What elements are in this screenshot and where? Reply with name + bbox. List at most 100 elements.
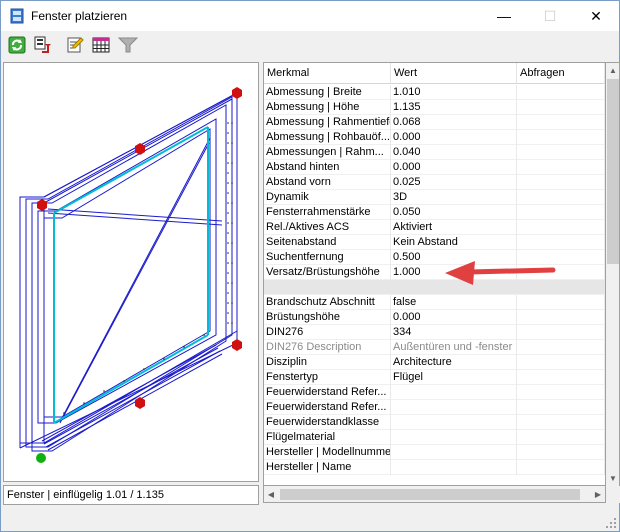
table-row[interactable]: Seitenabstand Kein Abstand — [264, 235, 605, 250]
table-row[interactable]: Abmessung | Rohbauöf... 0.000 — [264, 130, 605, 145]
properties-grid[interactable]: Merkmal Wert Abfragen Abmessung | Breite… — [263, 62, 606, 486]
cell-wert[interactable]: 0.050 — [391, 205, 517, 220]
table-row[interactable]: Feuerwiderstand Refer... — [264, 400, 605, 415]
scroll-right-icon[interactable]: ▶ — [591, 487, 605, 501]
table-row[interactable]: Hersteller | Name — [264, 460, 605, 475]
table-row[interactable]: DIN276 334 — [264, 325, 605, 340]
table-row[interactable]: Abmessung | Breite 1.010 — [264, 85, 605, 100]
cell-abfragen[interactable] — [517, 400, 605, 415]
table-row[interactable]: Suchentfernung 0.500 — [264, 250, 605, 265]
cell-abfragen[interactable] — [517, 355, 605, 370]
table-row[interactable]: Feuerwiderstandklasse — [264, 415, 605, 430]
cell-wert[interactable]: 0.000 — [391, 130, 517, 145]
cell-wert[interactable]: 334 — [391, 325, 517, 340]
cell-abfragen[interactable] — [517, 325, 605, 340]
cell-abfragen[interactable] — [517, 190, 605, 205]
cell-abfragen[interactable] — [517, 85, 605, 100]
cell-wert[interactable] — [391, 430, 517, 445]
vertical-scroll-thumb[interactable] — [607, 79, 619, 264]
table-row[interactable]: Abmessungen | Rahm... 0.040 — [264, 145, 605, 160]
column-header-abfragen[interactable]: Abfragen — [517, 63, 605, 83]
table-row[interactable]: Disziplin Architecture — [264, 355, 605, 370]
cell-abfragen[interactable] — [517, 160, 605, 175]
scroll-up-icon[interactable]: ▲ — [606, 63, 620, 77]
table-row[interactable]: Dynamik 3D — [264, 190, 605, 205]
cell-wert[interactable]: 0.000 — [391, 310, 517, 325]
cell-wert[interactable]: false — [391, 295, 517, 310]
minimize-button[interactable]: — — [481, 1, 527, 31]
horizontal-scrollbar[interactable]: ◀ ▶ — [263, 486, 606, 503]
cell-wert[interactable]: Kein Abstand — [391, 235, 517, 250]
close-button[interactable]: ✕ — [573, 1, 619, 31]
table-row[interactable]: Versatz/Brüstungshöhe 1.000 — [264, 265, 605, 280]
cell-wert[interactable]: 0.068 — [391, 115, 517, 130]
cell-abfragen[interactable] — [517, 295, 605, 310]
cell-wert[interactable]: 3D — [391, 190, 517, 205]
cell-abfragen[interactable] — [517, 250, 605, 265]
horizontal-scroll-thumb[interactable] — [280, 489, 580, 500]
table-row[interactable]: Abmessung | Höhe 1.135 — [264, 100, 605, 115]
cell-wert[interactable]: 0.500 — [391, 250, 517, 265]
cell-wert[interactable]: 0.025 — [391, 175, 517, 190]
cell-abfragen[interactable] — [517, 460, 605, 475]
cell-wert[interactable]: 0.040 — [391, 145, 517, 160]
title-bar[interactable]: Fenster platzieren — ☐ ✕ — [1, 1, 619, 31]
vertical-scrollbar[interactable]: ▲ ▼ — [606, 62, 620, 486]
cell-wert[interactable]: 1.135 — [391, 100, 517, 115]
scroll-down-icon[interactable]: ▼ — [606, 471, 620, 485]
cell-abfragen[interactable] — [517, 115, 605, 130]
cell-wert[interactable]: 1.010 — [391, 85, 517, 100]
cell-abfragen[interactable] — [517, 430, 605, 445]
cell-abfragen[interactable] — [517, 235, 605, 250]
table-row[interactable]: Abstand vorn 0.025 — [264, 175, 605, 190]
table-row[interactable]: Abstand hinten 0.000 — [264, 160, 605, 175]
cell-abfragen[interactable] — [517, 100, 605, 115]
cell-abfragen[interactable] — [517, 145, 605, 160]
cell-abfragen[interactable] — [517, 205, 605, 220]
column-header-merkmal[interactable]: Merkmal — [264, 63, 391, 83]
scroll-left-icon[interactable]: ◀ — [264, 487, 278, 501]
cell-wert[interactable]: 1.000 — [391, 265, 517, 280]
cell-abfragen[interactable] — [517, 310, 605, 325]
cell-wert[interactable] — [391, 400, 517, 415]
cell-abfragen[interactable] — [517, 370, 605, 385]
cell-abfragen[interactable] — [517, 445, 605, 460]
copy-settings-icon[interactable] — [31, 34, 53, 56]
column-header-wert[interactable]: Wert — [391, 63, 517, 83]
cell-wert[interactable]: Architecture — [391, 355, 517, 370]
cell-wert[interactable] — [391, 385, 517, 400]
cell-wert[interactable]: 0.000 — [391, 160, 517, 175]
cell-abfragen[interactable] — [517, 175, 605, 190]
cell-merkmal: Abmessung | Breite — [264, 85, 391, 100]
cell-wert[interactable]: Flügel — [391, 370, 517, 385]
cell-abfragen[interactable] — [517, 415, 605, 430]
cell-merkmal: Brandschutz Abschnitt — [264, 295, 391, 310]
table-row[interactable]: Abmessung | Rahmentiefe 0.068 — [264, 115, 605, 130]
table-row[interactable]: Fensterrahmenstärke 0.050 — [264, 205, 605, 220]
refresh-icon[interactable] — [6, 34, 28, 56]
table-icon[interactable] — [90, 34, 112, 56]
table-row[interactable]: Feuerwiderstand Refer... — [264, 385, 605, 400]
table-row[interactable]: Brüstungshöhe 0.000 — [264, 310, 605, 325]
table-row[interactable]: Rel./Aktives ACS Aktiviert — [264, 220, 605, 235]
cell-wert[interactable]: Außentüren und -fenster — [391, 340, 517, 355]
cell-abfragen[interactable] — [517, 340, 605, 355]
cell-wert[interactable] — [391, 445, 517, 460]
maximize-button[interactable]: ☐ — [527, 1, 573, 31]
cell-wert[interactable] — [391, 415, 517, 430]
cell-abfragen[interactable] — [517, 220, 605, 235]
cell-abfragen[interactable] — [517, 265, 605, 280]
table-row[interactable]: DIN276 Description Außentüren und -fenste… — [264, 340, 605, 355]
cell-abfragen[interactable] — [517, 130, 605, 145]
cell-wert[interactable] — [391, 460, 517, 475]
table-row[interactable]: Flügelmaterial — [264, 430, 605, 445]
table-row[interactable]: Hersteller | Modellnummer — [264, 445, 605, 460]
table-row[interactable]: Fenstertyp Flügel — [264, 370, 605, 385]
edit-icon[interactable] — [64, 34, 86, 56]
cell-wert[interactable]: Aktiviert — [391, 220, 517, 235]
window-preview[interactable] — [3, 62, 259, 482]
cell-abfragen[interactable] — [517, 385, 605, 400]
table-row[interactable]: Brandschutz Abschnitt false — [264, 295, 605, 310]
resize-grip-icon[interactable] — [605, 517, 617, 529]
filter-icon[interactable] — [117, 34, 139, 56]
